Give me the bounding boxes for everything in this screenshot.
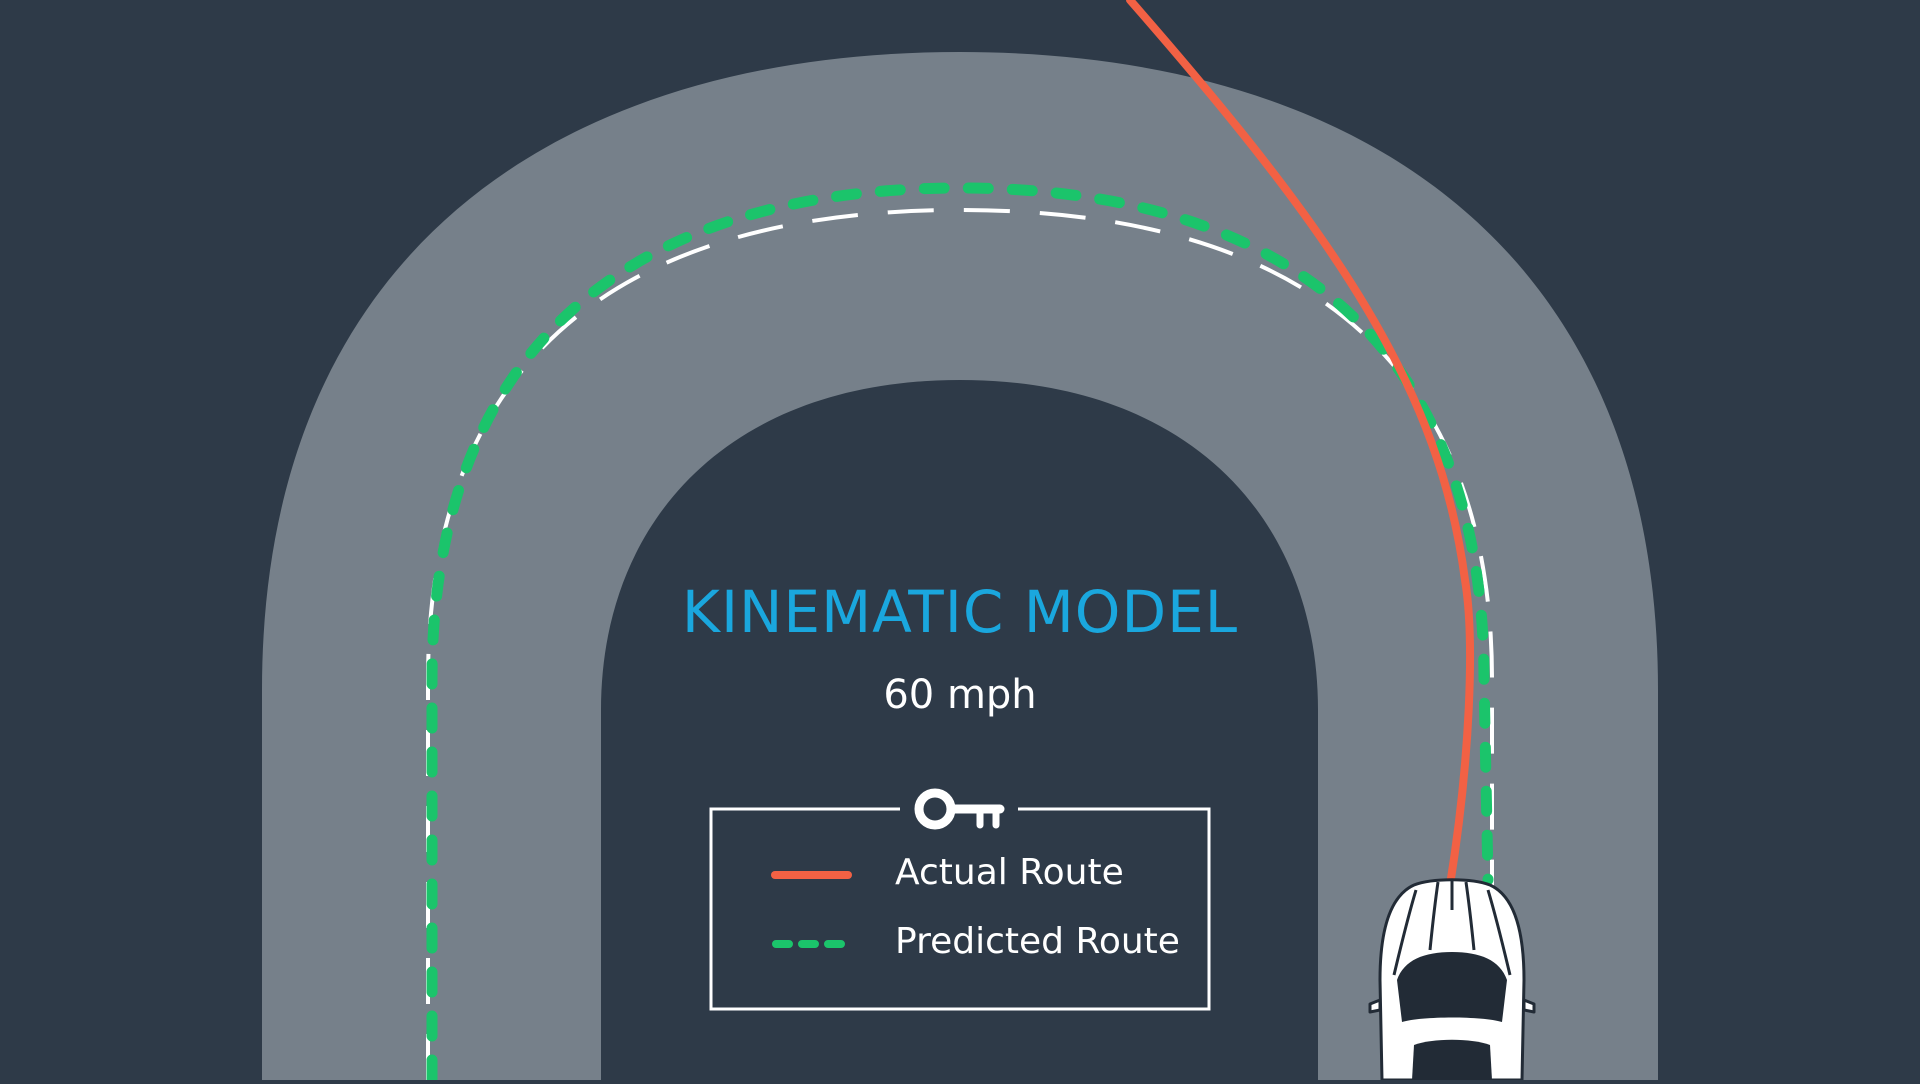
diagram-title: KINEMATIC MODEL (681, 578, 1239, 646)
speed-label: 60 mph (883, 672, 1037, 718)
legend-label-predicted-route: Predicted Route (895, 921, 1180, 962)
legend-box (709, 807, 1211, 1011)
kinematic-model-diagram: KINEMATIC MODEL 60 mph Actual Route Pred… (0, 0, 1920, 1084)
diagram-canvas (262, 0, 1658, 1084)
legend-label-actual-route: Actual Route (895, 852, 1124, 893)
car-icon (1368, 878, 1536, 1082)
